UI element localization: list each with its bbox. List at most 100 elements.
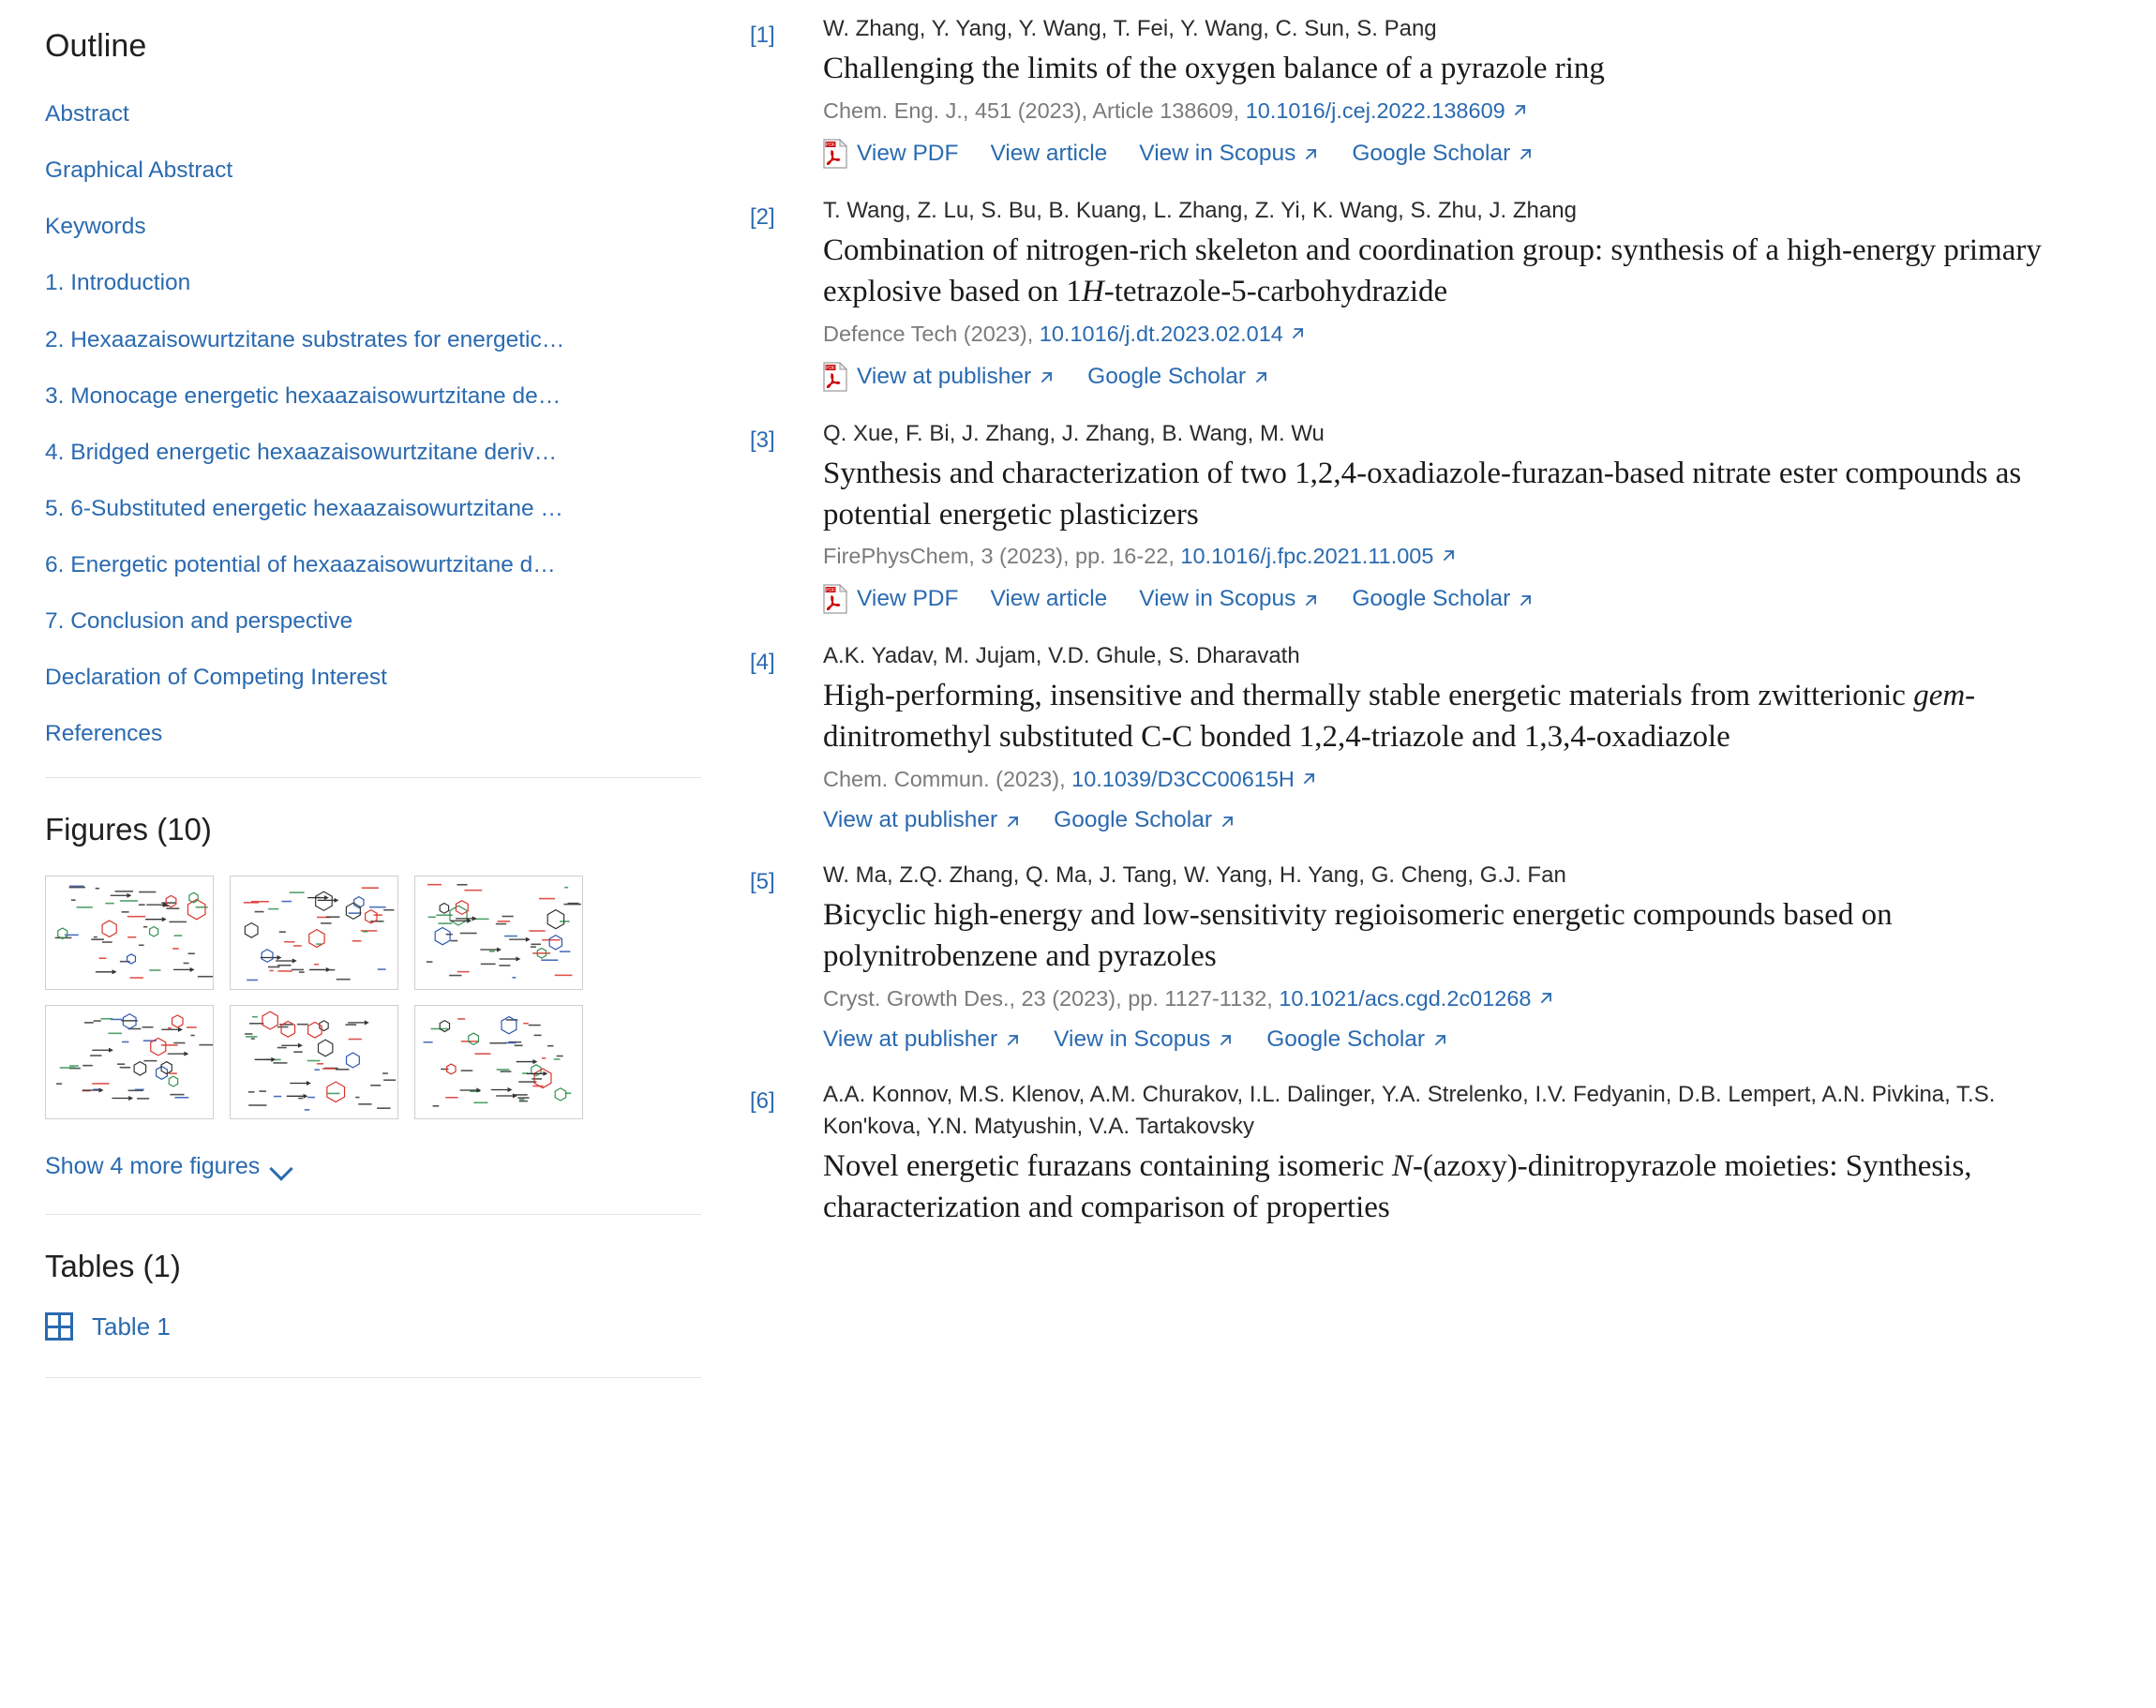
external-link-arrow-icon [1219, 813, 1236, 831]
references-list: [1] W. Zhang, Y. Yang, Y. Wang, T. Fei, Y… [731, 0, 2156, 1708]
external-link-arrow-icon [1302, 592, 1320, 609]
reference-doi-link[interactable]: 10.1016/j.fpc.2021.11.005 [1180, 544, 1433, 568]
svg-text:PDF: PDF [826, 142, 835, 148]
reference-title[interactable]: High-performing, insensitive and thermal… [823, 676, 2079, 758]
outline-item-1[interactable]: Abstract [45, 100, 686, 129]
pdf-file-icon: PDF [823, 138, 847, 169]
reference-link-view-in-scopus[interactable]: View in Scopus [1054, 1026, 1235, 1053]
reference-number[interactable]: [1] [750, 13, 823, 49]
pdf-file-icon: PDF [823, 361, 847, 392]
outline-item-8[interactable]: 5. 6-Substituted energetic hexaazaisowur… [45, 495, 686, 524]
reference-list-page: Outline Abstract Graphical Abstract Keywor… [0, 0, 2156, 1708]
reference-authors: A.A. Konnov, M.S. Klenov, A.M. Churakov,… [823, 1081, 1996, 1139]
reference-link-view-pdf[interactable]: PDF View PDF [823, 138, 959, 169]
sidebar-divider-1 [45, 776, 701, 778]
reference-link-view-in-scopus[interactable]: View in Scopus [1139, 141, 1320, 167]
figure-thumbnail-4[interactable] [45, 1004, 214, 1119]
reference-link-google-scholar[interactable]: Google Scholar [1352, 586, 1535, 612]
reference-link-view-at-publisher[interactable]: PDF View at publisher [823, 361, 1056, 392]
figure-thumbnail-1[interactable] [45, 875, 214, 990]
external-link-arrow-icon [1517, 592, 1535, 609]
figure-thumbnail-3[interactable] [414, 875, 583, 990]
reference-number[interactable]: [5] [750, 860, 823, 895]
reference-link-google-scholar[interactable]: Google Scholar [1087, 364, 1270, 390]
external-link-arrow-icon [1431, 1031, 1449, 1049]
reference-link-view-article[interactable]: View article [990, 141, 1107, 167]
reference-authors: A.K. Yadav, M. Jujam, V.D. Ghule, S. Dha… [823, 643, 1300, 669]
outline-item-11[interactable]: Declaration of Competing Interest [45, 664, 686, 693]
show-more-figures-label: Show 4 more figures [45, 1152, 261, 1179]
reference-body: W. Ma, Z.Q. Zhang, Q. Ma, J. Tang, W. Ya… [823, 860, 2079, 1073]
outline-item-12[interactable]: References [45, 720, 686, 749]
external-link-arrow-icon [1004, 813, 1022, 831]
reference-authors: W. Ma, Z.Q. Zhang, Q. Ma, J. Tang, W. Ya… [823, 862, 1566, 888]
svg-text:PDF: PDF [826, 366, 835, 371]
reference-title[interactable]: Novel energetic furazans containing isom… [823, 1146, 2079, 1229]
outline-nav: Abstract Graphical Abstract Keywords 1. Int… [45, 100, 686, 749]
reference-source: Defence Tech (2023), 10.1016/j.dt.2023.0… [823, 319, 2079, 350]
pdf-file-icon: PDF [823, 584, 847, 614]
reference-link-google-scholar[interactable]: Google Scholar [1352, 141, 1535, 167]
outline-list: Abstract Graphical Abstract Keywords 1. Int… [45, 100, 686, 749]
outline-item-2[interactable]: Graphical Abstract [45, 157, 686, 186]
reference-title[interactable]: Bicyclic high-energy and low-sensitivity… [823, 895, 2079, 978]
outline-item-3[interactable]: Keywords [45, 213, 686, 242]
reference-title[interactable]: Challenging the limits of the oxygen bal… [823, 49, 2079, 90]
reference-link-view-at-publisher[interactable]: View at publisher [823, 807, 1022, 833]
sidebar-divider-2 [45, 1213, 701, 1215]
reference-title[interactable]: Combination of nitrogen-rich skeleton an… [823, 231, 2079, 313]
reference-link-google-scholar[interactable]: Google Scholar [1054, 807, 1236, 833]
external-link-arrow-icon [1511, 101, 1529, 119]
external-link-arrow-icon [1440, 547, 1458, 564]
outline-item-10[interactable]: 7. Conclusion and perspective [45, 607, 686, 637]
reference-number[interactable]: [3] [750, 418, 823, 454]
reference-number[interactable]: [2] [750, 195, 823, 231]
reference-doi-link[interactable]: 10.1021/acs.cgd.2c01268 [1279, 986, 1531, 1011]
external-link-arrow-icon [1517, 145, 1535, 163]
reference-link-label: View PDF [857, 586, 959, 612]
outline-item-7[interactable]: 4. Bridged energetic hexaazaisowurtzitan… [45, 439, 686, 468]
reference-link-google-scholar[interactable]: Google Scholar [1266, 1026, 1449, 1053]
reference-link-view-at-publisher[interactable]: View at publisher [823, 1026, 1022, 1053]
reference-doi-link[interactable]: 10.1016/j.dt.2023.02.014 [1040, 322, 1283, 346]
figure-thumbnail-5[interactable] [230, 1004, 398, 1119]
table-1-link[interactable]: Table 1 [45, 1312, 171, 1341]
reference-link-label: Google Scholar [1087, 363, 1247, 389]
figures-heading: Figures (10) [45, 811, 212, 847]
reference-source: Chem. Commun. (2023), 10.1039/D3CC00615H [823, 764, 2079, 795]
reference-links: PDF View PDF View article View in Scopus Goo… [823, 138, 2079, 169]
svg-text:PDF: PDF [826, 588, 835, 593]
reference-link-label: View at publisher [823, 807, 998, 832]
reference-doi-link[interactable]: 10.1016/j.cej.2022.138609 [1246, 98, 1505, 123]
reference-links: View at publisher Google Scholar [823, 807, 2079, 833]
reference-link-label: View article [990, 140, 1108, 166]
reference-entry: [1] W. Zhang, Y. Yang, Y. Wang, T. Fei, Y… [750, 13, 2100, 189]
reference-number[interactable]: [4] [750, 640, 823, 676]
reference-source: Cryst. Growth Des., 23 (2023), pp. 1127-… [823, 983, 2079, 1014]
figure-thumbnail-6[interactable] [414, 1004, 583, 1119]
external-link-arrow-icon [1289, 324, 1307, 342]
reference-link-label: View at publisher [823, 1026, 998, 1052]
outline-item-6[interactable]: 3. Monocage energetic hexaazaisowurtzita… [45, 382, 686, 412]
external-link-arrow-icon [1004, 1031, 1022, 1049]
figure-thumbnail-2[interactable] [230, 875, 398, 990]
reference-link-label: View in Scopus [1139, 140, 1296, 166]
reference-link-label: View PDF [857, 140, 959, 166]
reference-link-view-article[interactable]: View article [990, 586, 1107, 612]
reference-link-view-pdf[interactable]: PDF View PDF [823, 584, 958, 614]
reference-link-label: View in Scopus [1139, 586, 1296, 612]
outline-heading: Outline [45, 28, 147, 64]
reference-link-view-in-scopus[interactable]: View in Scopus [1139, 586, 1320, 612]
reference-entry: [5] W. Ma, Z.Q. Zhang, Q. Ma, J. Tang, W.… [750, 860, 2100, 1073]
reference-number[interactable]: [6] [750, 1079, 823, 1115]
reference-link-label: Google Scholar [1054, 807, 1213, 832]
outline-item-9[interactable]: 6. Energetic potential of hexaazaisowurt… [45, 551, 686, 580]
reference-entry: [2] T. Wang, Z. Lu, S. Bu, B. Kuang, L. Z… [750, 195, 2100, 412]
outline-item-5[interactable]: 2. Hexaazaisowurtzitane substrates for e… [45, 326, 686, 355]
reference-doi-link[interactable]: 10.1039/D3CC00615H [1071, 767, 1295, 791]
show-more-figures-button[interactable]: Show 4 more figures [45, 1153, 293, 1180]
reference-entry: [6] A.A. Konnov, M.S. Klenov, A.M. Churak… [750, 1079, 2100, 1235]
outline-item-4[interactable]: 1. Introduction [45, 269, 686, 298]
reference-title[interactable]: Synthesis and characterization of two 1,… [823, 454, 2079, 536]
external-link-arrow-icon [1537, 989, 1555, 1007]
